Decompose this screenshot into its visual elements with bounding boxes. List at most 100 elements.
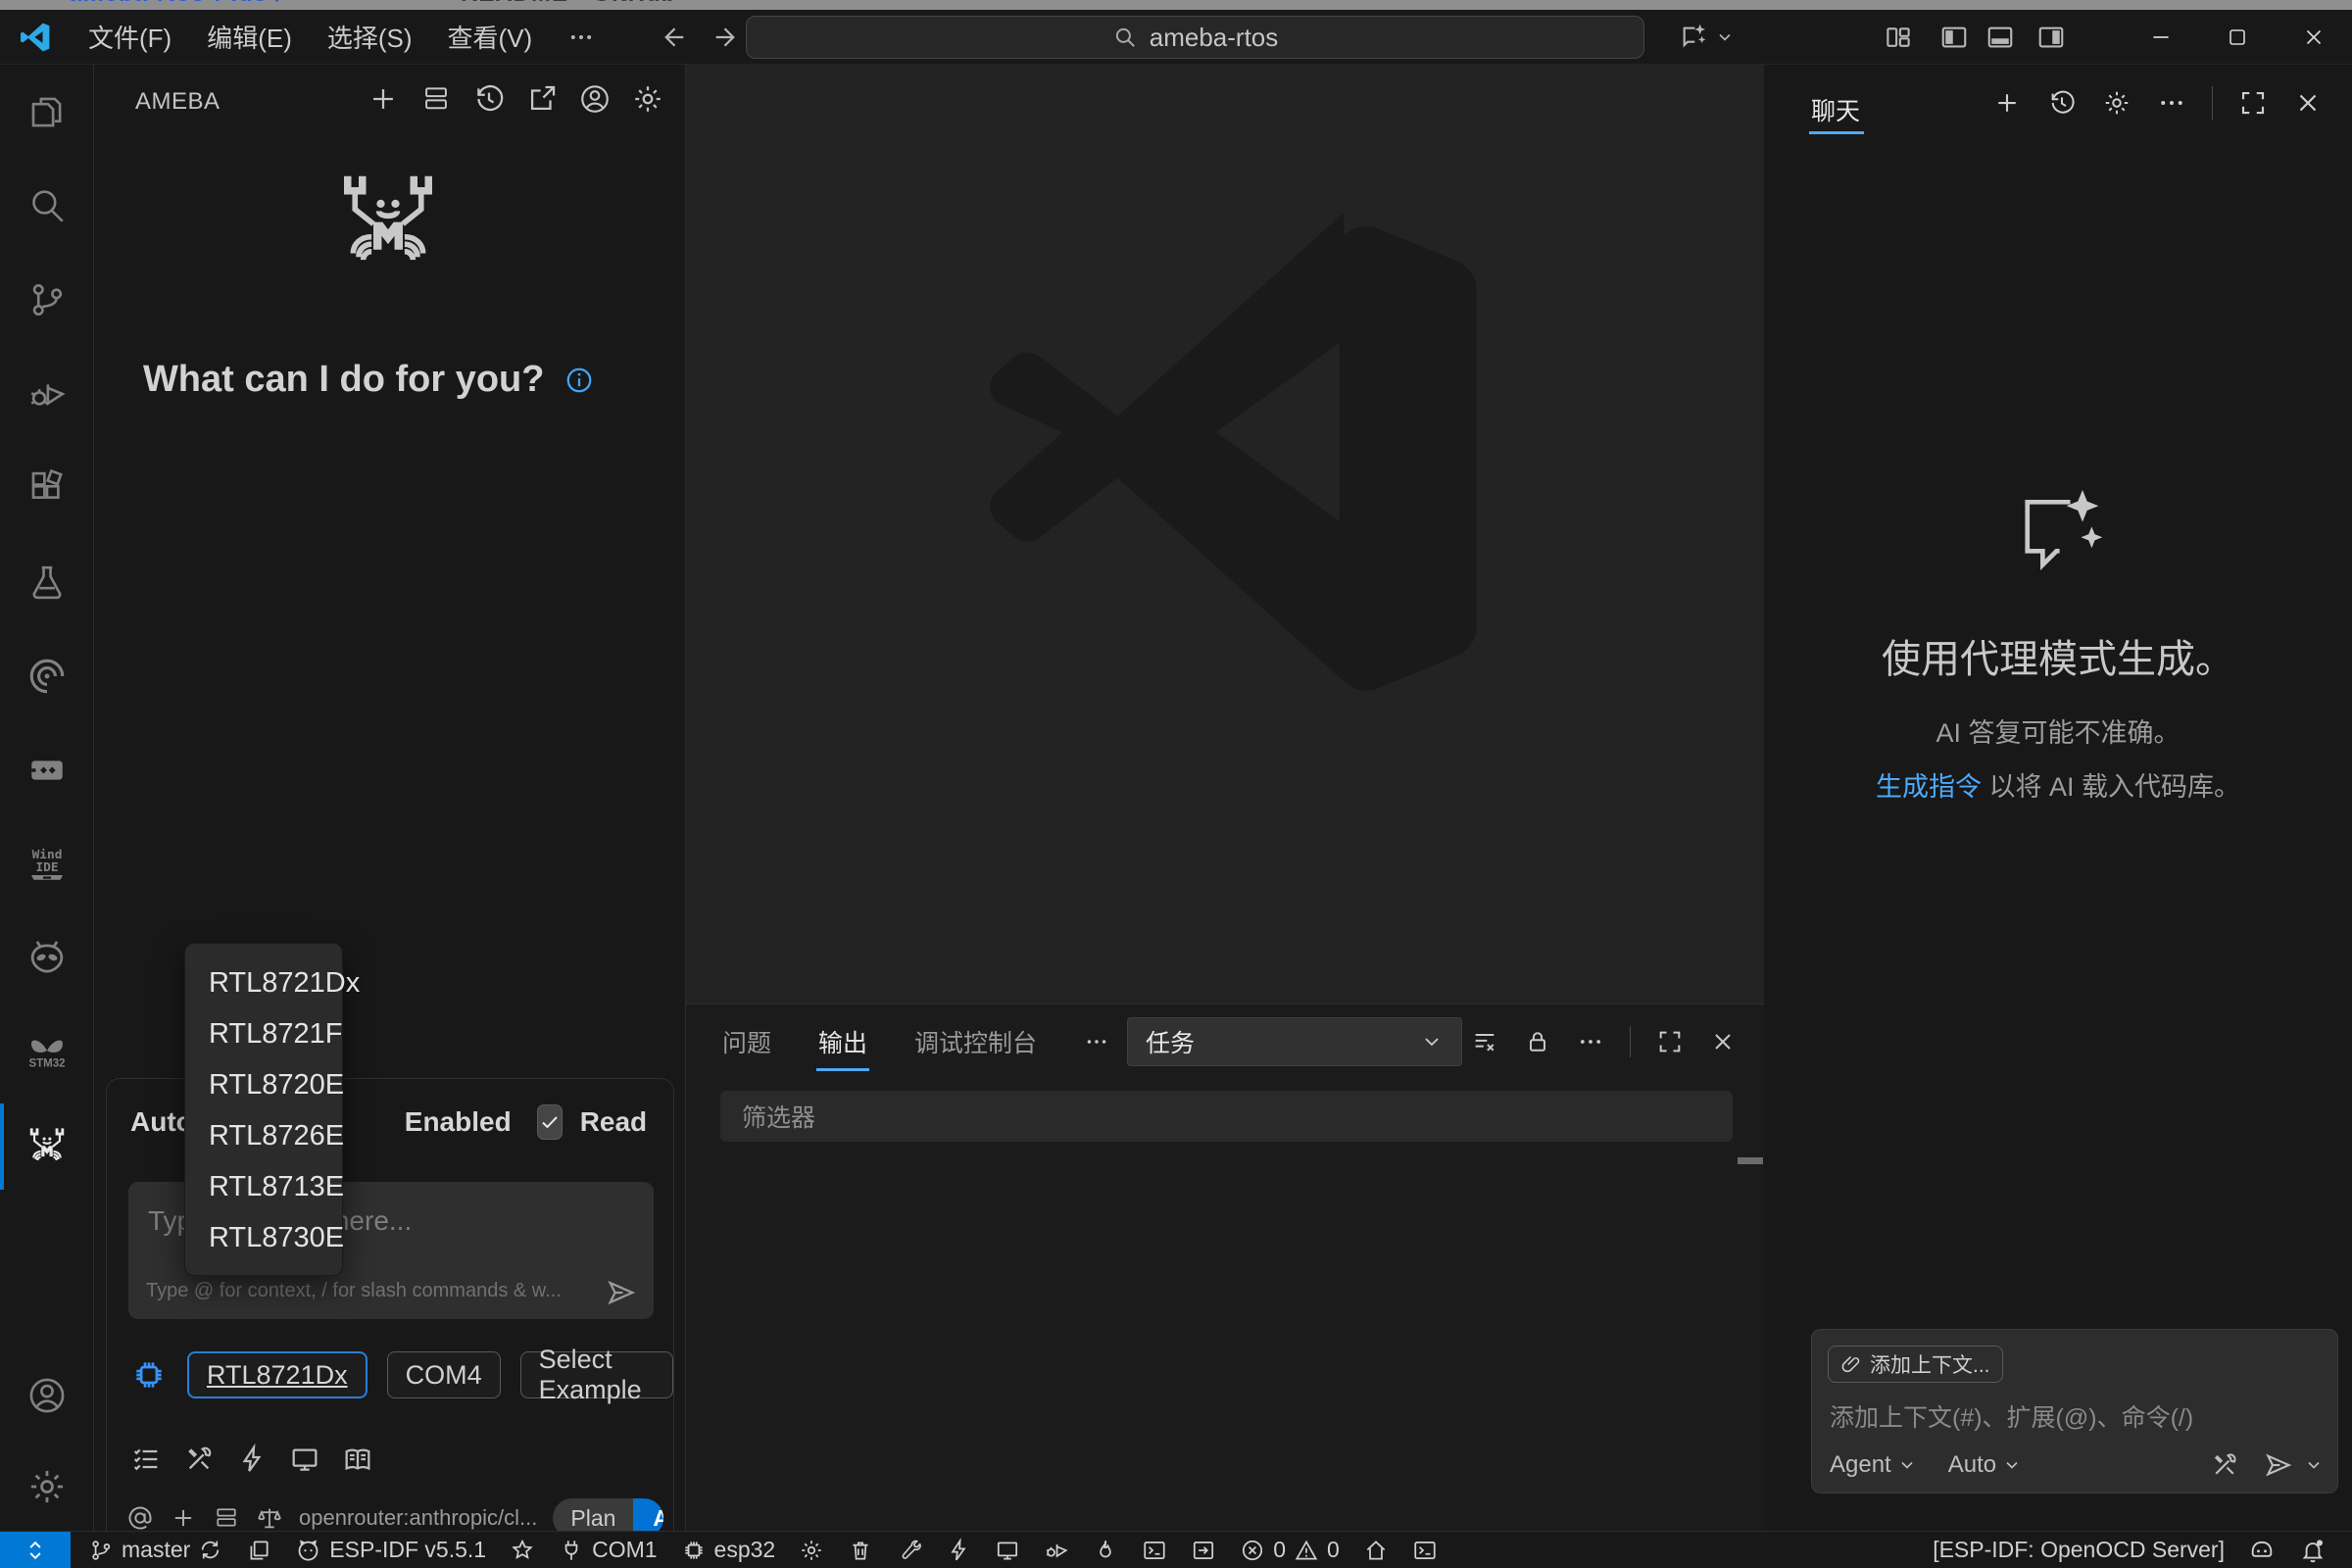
chat-history-icon[interactable] xyxy=(2047,88,2077,118)
customize-layout-icon[interactable] xyxy=(1884,23,1913,52)
docs-icon[interactable] xyxy=(342,1444,373,1475)
remote-indicator[interactable] xyxy=(0,1532,71,1568)
activity-windide-icon[interactable]: Wind IDE xyxy=(0,817,94,911)
erase-flash-icon[interactable] xyxy=(1081,1532,1130,1568)
activity-platformio-icon[interactable] xyxy=(0,911,94,1005)
activity-settings-icon[interactable] xyxy=(0,1443,94,1531)
monitor-device-icon[interactable] xyxy=(983,1532,1032,1568)
idf-settings-icon[interactable] xyxy=(787,1532,836,1568)
chat-tools-icon[interactable] xyxy=(2210,1450,2239,1480)
model-name[interactable]: openrouter:anthropic/cl... xyxy=(299,1505,537,1531)
model-select[interactable]: Auto xyxy=(1948,1451,2022,1479)
tab-debug-console[interactable]: 调试控制台 xyxy=(912,1018,1039,1065)
clear-output-icon[interactable] xyxy=(1471,1028,1498,1055)
agent-mode-select[interactable]: Agent xyxy=(1830,1451,1917,1479)
mcp-servers-icon[interactable] xyxy=(419,82,453,116)
menu-file[interactable]: 文件(F) xyxy=(71,11,189,63)
chip-select-button[interactable]: RTL8721Dx xyxy=(187,1351,368,1398)
dropdown-item[interactable]: RTL8726E xyxy=(185,1110,342,1161)
problems-status[interactable]: 0 0 xyxy=(1228,1532,1351,1568)
maximize-panel-icon[interactable] xyxy=(1656,1028,1684,1055)
notifications-bell-icon[interactable] xyxy=(2287,1532,2338,1568)
read-checkbox[interactable] xyxy=(537,1104,563,1140)
new-task-icon[interactable] xyxy=(367,82,400,116)
chip-icon[interactable] xyxy=(130,1356,168,1394)
openocd-server-status[interactable]: [ESP-IDF: OpenOCD Server] xyxy=(1921,1532,2236,1568)
export-icon[interactable] xyxy=(1179,1532,1228,1568)
chat-close-icon[interactable] xyxy=(2293,88,2323,118)
activity-espressif-icon[interactable] xyxy=(0,629,94,723)
panel-scrollbar[interactable] xyxy=(1738,1157,1763,1164)
activity-run-debug-icon[interactable] xyxy=(0,347,94,441)
flash-icon[interactable] xyxy=(236,1444,268,1475)
port-select-button[interactable]: COM4 xyxy=(387,1351,501,1398)
dropdown-item[interactable]: RTL8720E xyxy=(185,1059,342,1110)
open-editors-status[interactable] xyxy=(234,1532,283,1568)
build-icon[interactable] xyxy=(885,1532,934,1568)
chat-send-icon[interactable] xyxy=(2263,1449,2294,1481)
tab-output[interactable]: 输出 xyxy=(816,1018,869,1065)
chat-settings-icon[interactable] xyxy=(2102,88,2132,118)
copilot-chevron-icon[interactable] xyxy=(1715,27,1735,47)
settings-icon[interactable] xyxy=(631,82,664,116)
chat-more-icon[interactable] xyxy=(2157,88,2186,118)
checklist-icon[interactable] xyxy=(130,1444,162,1475)
chat-maximize-icon[interactable] xyxy=(2238,88,2268,118)
menu-more-icon[interactable] xyxy=(550,16,612,59)
espidf-version-status[interactable]: ESP-IDF v5.5.1 xyxy=(283,1532,498,1568)
home-icon[interactable] xyxy=(1351,1532,1400,1568)
chat-title[interactable]: 聊天 xyxy=(1811,92,1860,127)
monitor-icon[interactable] xyxy=(289,1444,320,1475)
tab-problems[interactable]: 问题 xyxy=(720,1018,773,1065)
mention-icon[interactable] xyxy=(126,1504,154,1532)
activity-extensions-icon[interactable] xyxy=(0,441,94,535)
flash-device-icon[interactable] xyxy=(934,1532,983,1568)
device-target-status[interactable]: esp32 xyxy=(669,1532,788,1568)
nav-forward-icon[interactable] xyxy=(712,23,742,52)
panel-more-icon[interactable] xyxy=(1577,1028,1604,1055)
dropdown-item[interactable]: RTL8721F xyxy=(185,1008,342,1059)
activity-testing-icon[interactable] xyxy=(0,535,94,629)
new-chat-icon[interactable] xyxy=(1992,88,2022,118)
select-example-button[interactable]: Select Example xyxy=(520,1351,673,1398)
maximize-button[interactable] xyxy=(2199,10,2276,65)
server-icon[interactable] xyxy=(213,1504,240,1532)
close-button[interactable] xyxy=(2276,10,2352,65)
account-icon[interactable] xyxy=(578,82,612,116)
toggle-sidebar-right-icon[interactable] xyxy=(2036,23,2066,52)
activity-stm32-icon[interactable]: STM32 xyxy=(0,1005,94,1100)
copilot-icon[interactable] xyxy=(1678,22,1709,53)
copilot-status-icon[interactable] xyxy=(2236,1532,2287,1568)
open-external-icon[interactable] xyxy=(525,82,559,116)
full-clean-icon[interactable] xyxy=(836,1532,885,1568)
info-icon[interactable] xyxy=(564,366,594,395)
idf-terminal-icon[interactable] xyxy=(1400,1532,1449,1568)
activity-account-icon[interactable] xyxy=(0,1348,94,1443)
toggle-sidebar-left-icon[interactable] xyxy=(1939,23,1969,52)
terminal-icon[interactable] xyxy=(1130,1532,1179,1568)
scale-icon[interactable] xyxy=(256,1504,283,1532)
nav-back-icon[interactable] xyxy=(658,23,687,52)
send-icon[interactable] xyxy=(605,1276,638,1309)
activity-search-icon[interactable] xyxy=(0,159,94,253)
activity-ameba-icon[interactable] xyxy=(0,1100,94,1194)
activity-explorer-icon[interactable] xyxy=(0,65,94,159)
activity-source-control-icon[interactable] xyxy=(0,253,94,347)
chat-input-container[interactable]: 添加上下文... 添加上下文(#)、扩展(@)、命令(/) Agent Auto xyxy=(1811,1329,2338,1494)
star-status[interactable] xyxy=(498,1532,547,1568)
menu-selection[interactable]: 选择(S) xyxy=(310,11,430,63)
debug-device-icon[interactable] xyxy=(1032,1532,1081,1568)
output-filter-input[interactable]: 筛选器 xyxy=(720,1091,1733,1142)
menu-edit[interactable]: 编辑(E) xyxy=(189,11,310,63)
editor-area[interactable] xyxy=(686,65,1764,1004)
panel-tabs-more-icon[interactable] xyxy=(1082,1023,1111,1060)
dropdown-item[interactable]: RTL8730E xyxy=(185,1212,342,1263)
output-channel-select[interactable]: 任务 xyxy=(1127,1017,1462,1066)
menu-view[interactable]: 查看(V) xyxy=(430,11,551,63)
command-center-search[interactable]: ameba-rtos xyxy=(746,16,1644,59)
add-context-button[interactable]: 添加上下文... xyxy=(1828,1346,2003,1383)
dropdown-item[interactable]: RTL8713E xyxy=(185,1161,342,1212)
git-branch-status[interactable]: master xyxy=(76,1532,234,1568)
toggle-panel-icon[interactable] xyxy=(1985,23,2015,52)
generate-instructions-link[interactable]: 生成指令 xyxy=(1876,772,1982,802)
